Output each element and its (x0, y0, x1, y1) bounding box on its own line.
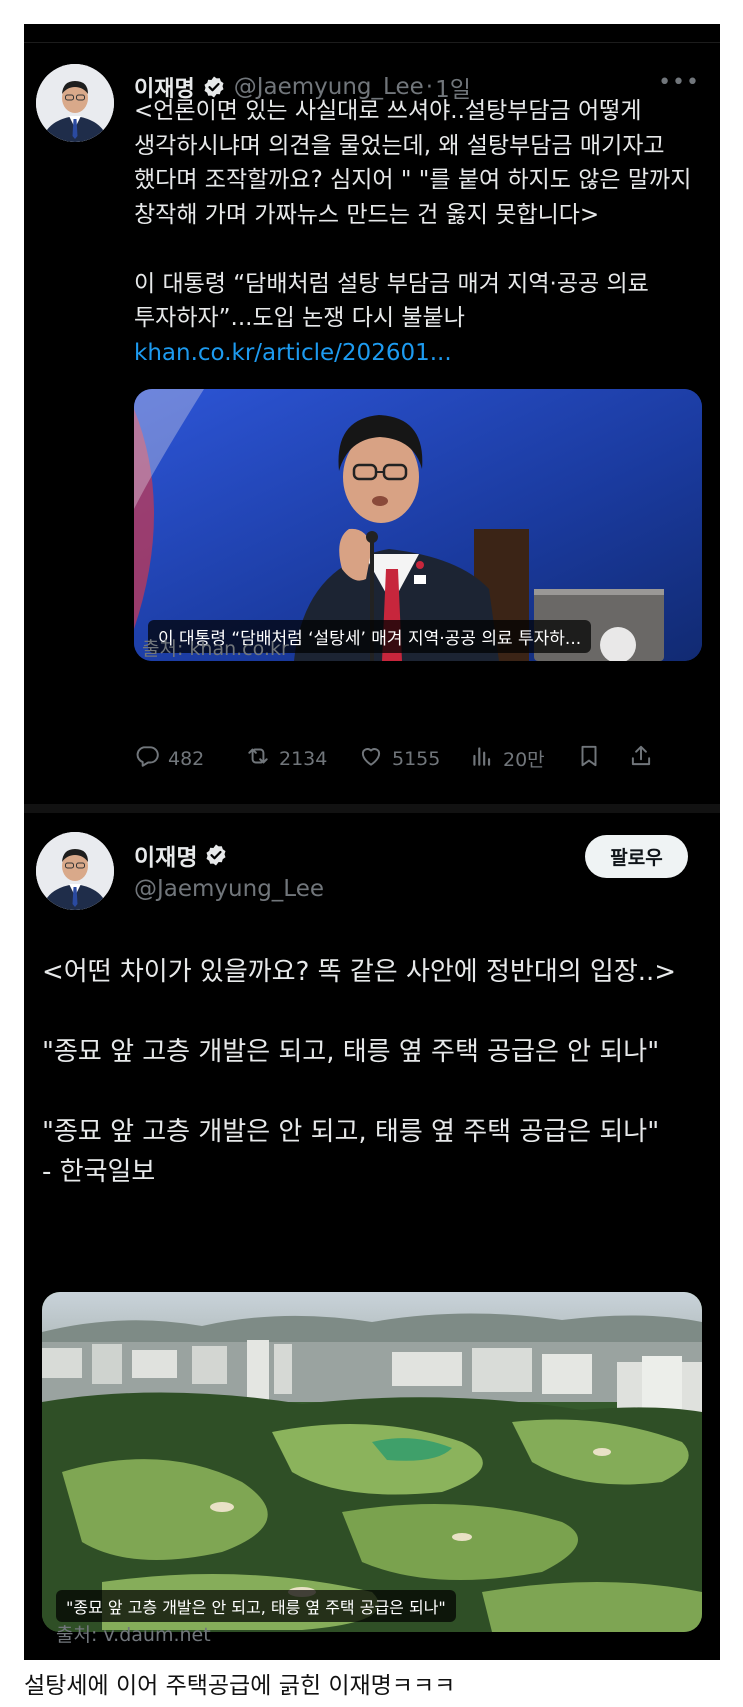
heart-icon (358, 743, 392, 774)
tweet2-header: 이재명 (134, 838, 228, 872)
article-link[interactable]: khan.co.kr/article/202601... (134, 340, 452, 366)
link-source[interactable]: 출처: v.daum.net (56, 1620, 211, 1647)
post-caption: 설탕세에 이어 주택공급에 긁힌 이재명ㅋㅋㅋ (24, 1673, 456, 1699)
share-icon (628, 743, 662, 774)
like-count: 5155 (392, 747, 441, 770)
reply-icon (134, 743, 168, 774)
follow-button[interactable]: 팔로우 (585, 835, 688, 878)
tweet1-body: <언론이면 있는 사실대로 쓰셔야..설탕부담금 어떻게 생각하시냐며 의견을 … (134, 94, 706, 370)
avatar[interactable] (36, 64, 114, 142)
bookmark-button[interactable] (576, 743, 610, 774)
more-options-icon[interactable]: ••• (658, 70, 700, 95)
verified-badge-icon (204, 843, 228, 867)
repost-icon (245, 743, 279, 774)
tweet-text: <어떤 차이가 있을까요? 똑 같은 사안에 정반대의 입장..> "종묘 앞 … (42, 957, 677, 1187)
top-divider (24, 42, 720, 43)
views-button[interactable]: 20만 (469, 743, 545, 774)
link-preview-card[interactable]: 이 대통령 “담배처럼 ‘설탕세’ 매겨 지역·공공 의료 투자하... (134, 389, 702, 661)
avatar[interactable] (36, 832, 114, 910)
article-photo (42, 1292, 702, 1632)
link-source[interactable]: 출처: khan.co.kr (142, 634, 289, 661)
reply-count: 482 (168, 747, 205, 770)
repost-button[interactable]: 2134 (245, 743, 327, 774)
bookmark-icon (576, 743, 610, 774)
tweet-separator (24, 804, 720, 813)
share-button[interactable] (628, 743, 662, 774)
username-handle[interactable]: @Jaemyung_Lee (134, 876, 324, 902)
reply-button[interactable]: 482 (134, 743, 204, 774)
like-button[interactable]: 5155 (358, 743, 440, 774)
repost-count: 2134 (279, 747, 328, 770)
views-icon (469, 743, 503, 774)
tweet-actions-bar: 482 2134 5155 20만 (134, 743, 706, 773)
link-preview-card[interactable]: "종묘 앞 고층 개발은 안 되고, 태릉 옆 주택 공급은 되나" (42, 1292, 702, 1632)
tweet-text: <언론이면 있는 사실대로 쓰셔야..설탕부담금 어떻게 생각하시냐며 의견을 … (134, 98, 692, 331)
view-count: 20만 (503, 749, 545, 771)
card-caption: "종묘 앞 고층 개발은 안 되고, 태릉 옆 주택 공급은 되나" (56, 1590, 456, 1622)
screenshot-panel: 이재명 @Jaemyung_Lee · 1일 ••• <언론이면 있는 사실대로… (24, 24, 720, 1660)
display-name[interactable]: 이재명 (134, 838, 197, 872)
